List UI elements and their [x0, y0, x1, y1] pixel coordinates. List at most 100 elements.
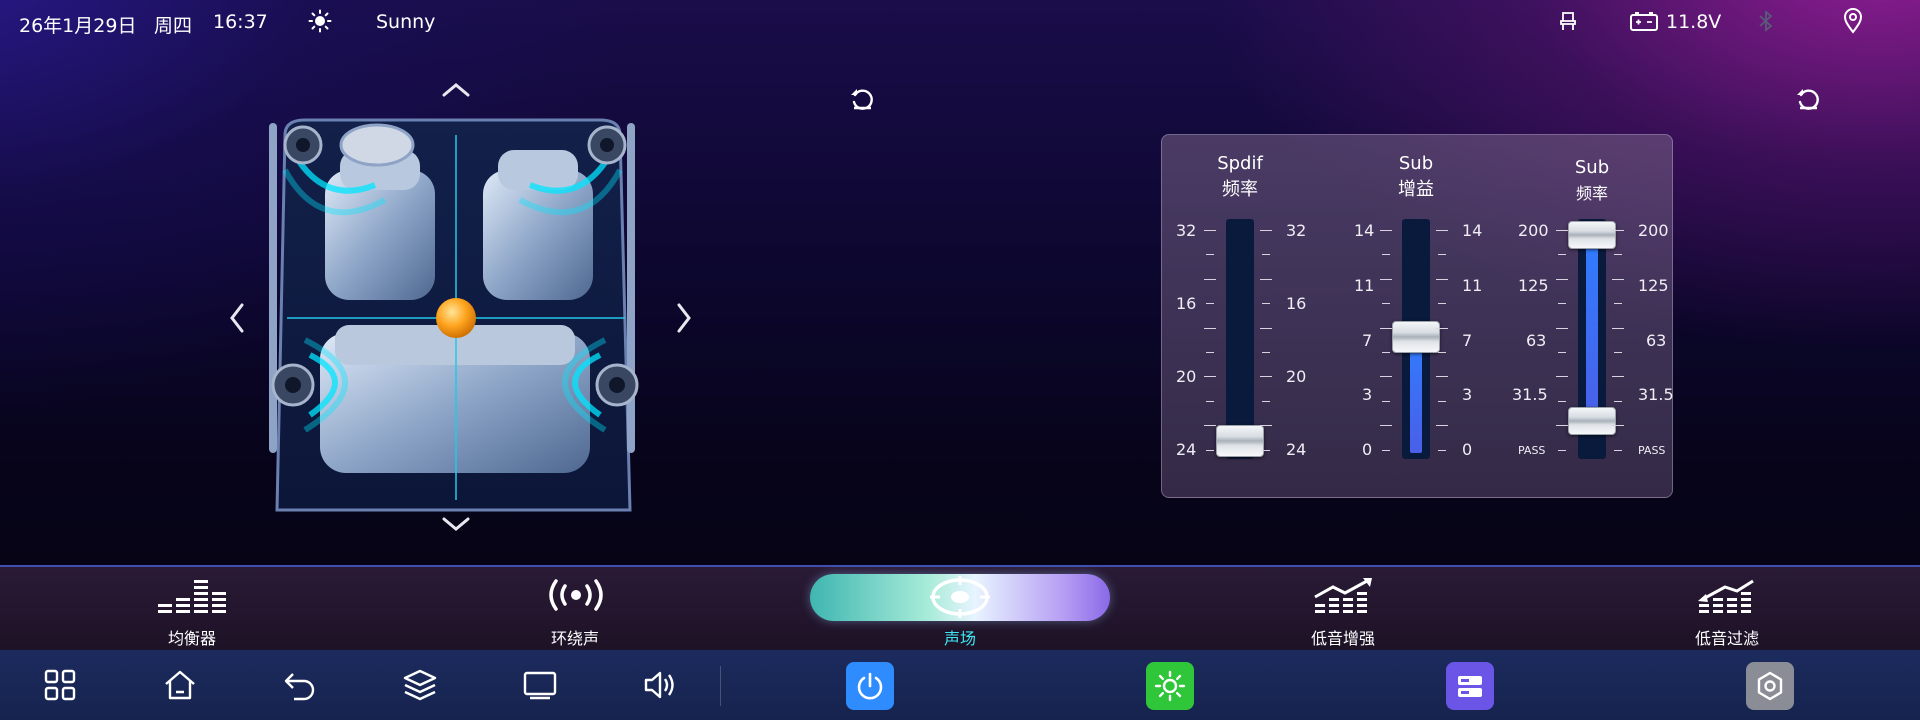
- tab-equalizer[interactable]: 均衡器: [92, 567, 292, 652]
- sliders-panel: Spdif 频率 32 16 20 24 32 16 20 24 Sub 增益 …: [1161, 134, 1674, 498]
- tick-mark: [1556, 278, 1568, 280]
- reset-icon[interactable]: [849, 86, 875, 112]
- car-sound-field-diagram[interactable]: [265, 115, 645, 520]
- tick-label: 63: [1646, 331, 1667, 350]
- tick-mark: [1206, 352, 1214, 353]
- bass-boost-icon: [1314, 578, 1372, 613]
- tick-mark: [1612, 327, 1624, 329]
- tick-mark: [1262, 449, 1270, 451]
- tab-bass-filter[interactable]: 低音过滤: [1627, 567, 1827, 652]
- tick-mark: [1206, 303, 1214, 305]
- tick-mark: [1558, 449, 1566, 451]
- tick-label: 3: [1362, 385, 1373, 404]
- weekday-text: 周四: [154, 15, 193, 37]
- tick-label: 14: [1462, 221, 1483, 240]
- tick-mark: [1612, 278, 1624, 280]
- tick-mark: [1204, 425, 1216, 427]
- tab-sound-field[interactable]: 声场: [860, 567, 1060, 652]
- tick-label: 125: [1638, 276, 1669, 295]
- tick-mark: [1438, 400, 1446, 402]
- chevron-left-icon[interactable]: [229, 302, 245, 334]
- tick-label: 63: [1526, 331, 1547, 350]
- tick-label: 31.5: [1512, 385, 1548, 404]
- settings-button[interactable]: [1746, 662, 1794, 710]
- tick-mark: [1556, 376, 1568, 378]
- spdif-slider-thumb[interactable]: [1216, 425, 1264, 457]
- tick-mark: [1382, 400, 1390, 402]
- tab-surround[interactable]: 环绕声: [475, 567, 675, 652]
- settings-hex-icon: [1757, 671, 1783, 701]
- tick-label: 31.5: [1638, 385, 1674, 404]
- chevron-right-icon[interactable]: [676, 302, 692, 334]
- sub-frequency-lower-thumb[interactable]: [1568, 407, 1616, 435]
- tick-mark: [1206, 449, 1214, 451]
- tick-mark: [1558, 400, 1566, 402]
- sub-frequency-title: Sub 频率: [1532, 155, 1652, 207]
- system-dock: [0, 650, 1920, 720]
- date-text: 26年1月29日: [19, 15, 137, 37]
- tick-label: PASS: [1638, 444, 1666, 457]
- tick-label: 200: [1638, 221, 1669, 240]
- slider-title-line1: Sub: [1398, 153, 1434, 174]
- tab-label: 低音过滤: [1694, 629, 1759, 648]
- surround-icon: [549, 579, 603, 611]
- bass-filter-icon: [1698, 579, 1754, 613]
- sound-field-focus-point[interactable]: [436, 298, 476, 338]
- tick-mark: [1382, 254, 1390, 256]
- tick-mark: [1380, 376, 1392, 378]
- tick-label: PASS: [1518, 444, 1546, 457]
- tick-mark: [1380, 278, 1392, 280]
- tab-label: 低音增强: [1310, 629, 1375, 648]
- sub-gain-title: Sub 增益: [1356, 151, 1476, 203]
- tick-mark: [1612, 425, 1624, 427]
- apps-grid-icon[interactable]: [42, 667, 78, 703]
- tick-label: 7: [1362, 331, 1373, 350]
- tick-mark: [1438, 449, 1446, 451]
- storage-button[interactable]: [1446, 662, 1494, 710]
- tick-mark: [1612, 376, 1624, 378]
- tab-bass-boost[interactable]: 低音增强: [1243, 567, 1443, 652]
- tick-label: 32: [1176, 221, 1197, 240]
- spdif-slider-track[interactable]: [1226, 219, 1254, 459]
- tick-label: 11: [1462, 276, 1483, 295]
- tick-mark: [1614, 303, 1622, 305]
- tick-mark: [1204, 278, 1216, 280]
- home-icon[interactable]: [162, 667, 198, 703]
- back-icon[interactable]: [282, 667, 318, 703]
- screen-icon[interactable]: [522, 667, 558, 703]
- seat-icon[interactable]: [1558, 10, 1580, 32]
- tick-mark: [1558, 254, 1566, 256]
- tick-mark: [1436, 327, 1448, 329]
- layers-icon[interactable]: [402, 667, 438, 703]
- sub-gain-slider-thumb[interactable]: [1392, 321, 1440, 353]
- tick-mark: [1438, 352, 1446, 353]
- tab-label: 环绕声: [550, 629, 599, 648]
- tick-mark: [1260, 327, 1272, 329]
- tick-mark: [1382, 449, 1390, 451]
- tick-mark: [1262, 400, 1270, 402]
- brightness-icon: [1154, 670, 1186, 702]
- equalizer-icon: [158, 580, 226, 613]
- bluetooth-icon[interactable]: [1757, 9, 1775, 33]
- tick-mark: [1262, 254, 1270, 256]
- tick-label: 0: [1462, 440, 1473, 459]
- tick-mark: [1382, 352, 1390, 353]
- tick-label: 3: [1462, 385, 1473, 404]
- location-icon[interactable]: [1842, 8, 1864, 34]
- brightness-button[interactable]: [1146, 662, 1194, 710]
- weather-text: Sunny: [376, 11, 436, 33]
- sub-frequency-upper-thumb[interactable]: [1568, 221, 1616, 249]
- tick-mark: [1260, 230, 1272, 231]
- slider-title-line2: 增益: [1398, 179, 1434, 200]
- tick-mark: [1262, 303, 1270, 305]
- slider-title-line2: 频率: [1222, 179, 1258, 200]
- power-button[interactable]: [846, 662, 894, 710]
- reset-icon[interactable]: [1795, 86, 1821, 112]
- tick-mark: [1614, 449, 1622, 451]
- tick-mark: [1438, 303, 1446, 305]
- volume-icon[interactable]: [642, 667, 678, 703]
- tick-mark: [1206, 400, 1214, 402]
- slider-title-line1: Spdif: [1217, 153, 1263, 174]
- chevron-up-icon[interactable]: [441, 82, 471, 98]
- tick-mark: [1436, 278, 1448, 280]
